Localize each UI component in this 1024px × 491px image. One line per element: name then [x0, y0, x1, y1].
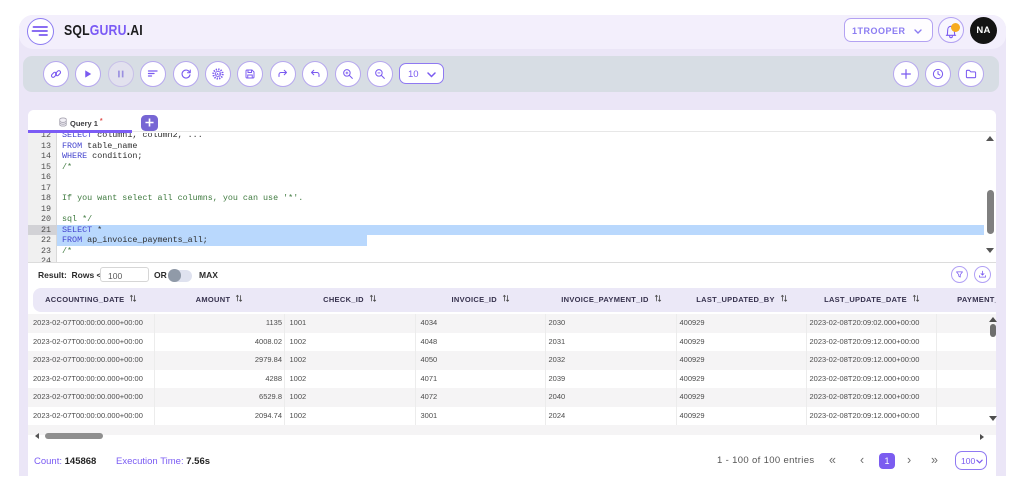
- svg-text:AI: AI: [216, 72, 220, 76]
